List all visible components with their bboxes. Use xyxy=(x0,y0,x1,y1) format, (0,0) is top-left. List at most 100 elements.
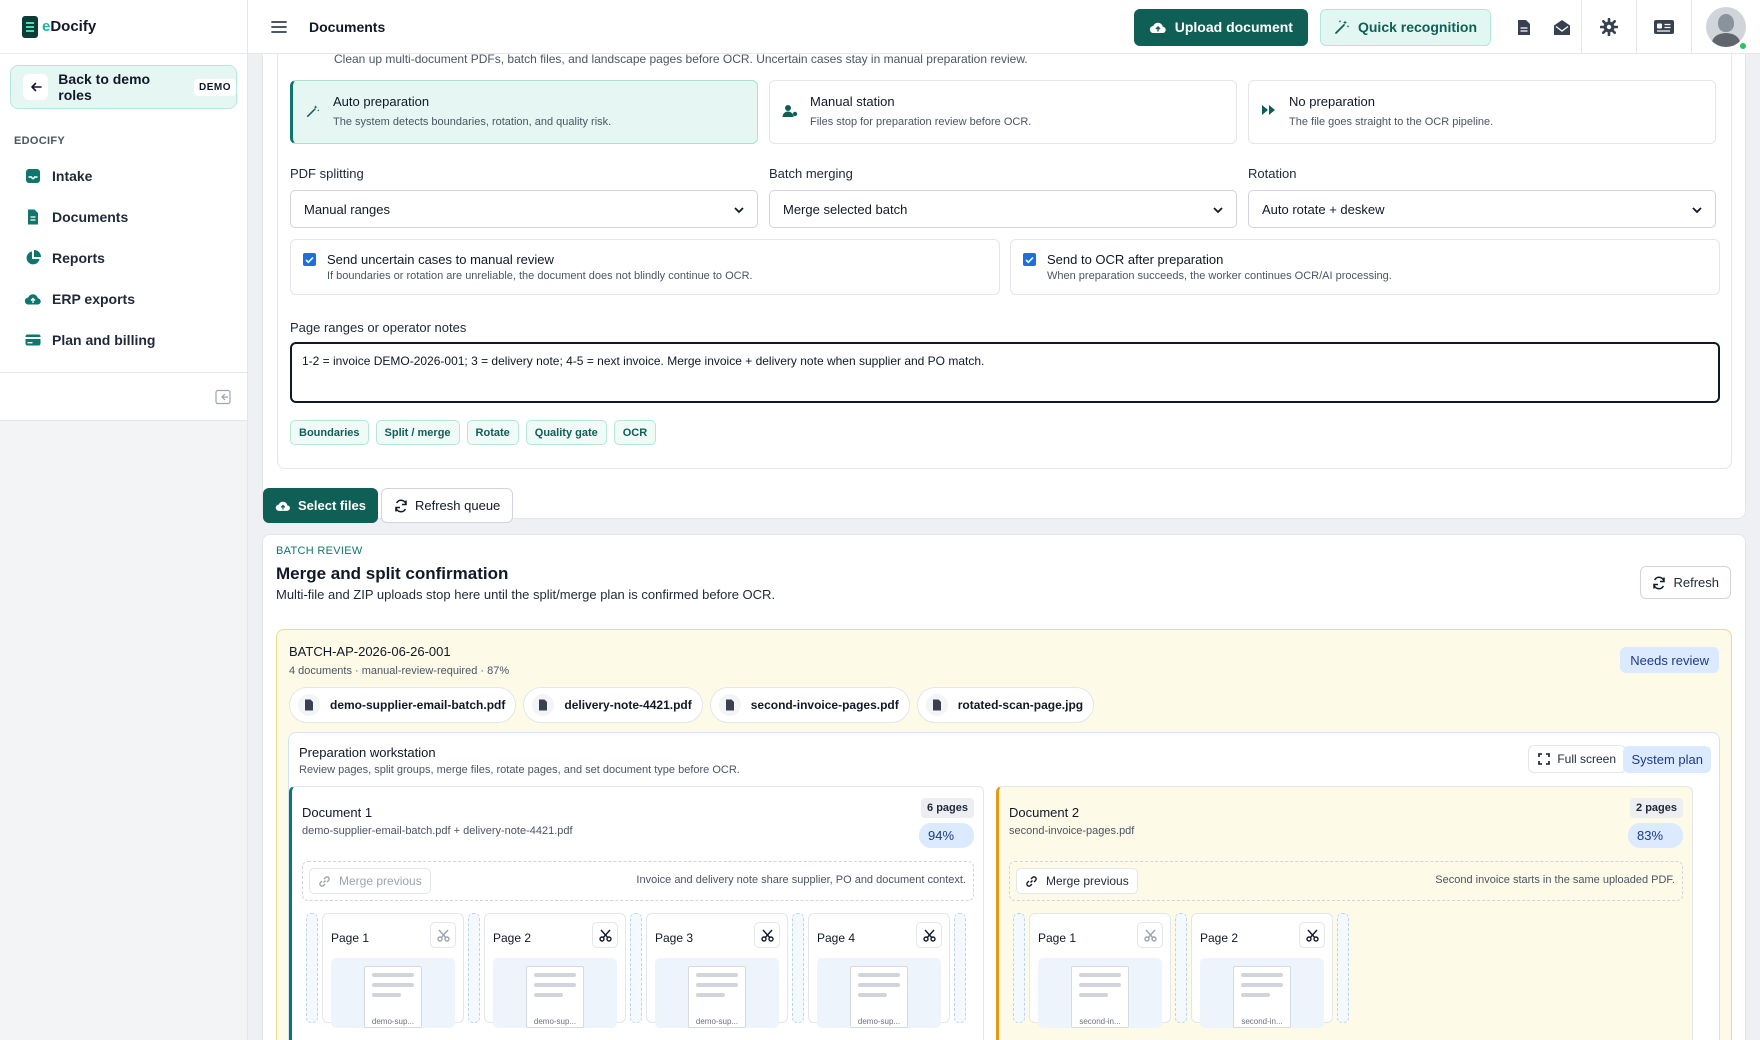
split-point[interactable] xyxy=(792,913,804,1023)
confidence-badge: 83% xyxy=(1628,823,1683,848)
page-card[interactable]: Page 2 demo-sup... xyxy=(484,913,626,1028)
chevron-down-icon xyxy=(1692,207,1702,214)
merge-note: Invoice and delivery note share supplier… xyxy=(636,874,966,886)
file-chip[interactable]: demo-supplier-email-batch.pdf xyxy=(289,687,517,723)
pie-chart-icon xyxy=(26,249,41,264)
workstation-description: Review pages, split groups, merge files,… xyxy=(299,764,740,776)
merge-previous-button[interactable]: Merge previous xyxy=(309,868,431,894)
manual-review-checkbox[interactable] xyxy=(303,253,316,266)
batch-merging-label: Batch merging xyxy=(769,166,853,181)
page-thumbnail: second-in... xyxy=(1200,958,1324,1028)
mode-manual-station[interactable]: Manual station Files stop for preparatio… xyxy=(769,80,1237,144)
arrow-left-icon xyxy=(23,74,49,100)
split-point[interactable] xyxy=(1013,913,1025,1023)
logo-icon xyxy=(22,15,38,38)
file-chip[interactable]: delivery-note-4421.pdf xyxy=(523,687,703,723)
batch-review-card: BATCH REVIEW Merge and split confirmatio… xyxy=(262,534,1746,1040)
page-card[interactable]: Page 1 demo-sup... xyxy=(322,913,464,1028)
preparation-settings-card: Clean up multi-document PDFs, batch file… xyxy=(262,54,1746,523)
mode-auto-preparation[interactable]: Auto preparation The system detects boun… xyxy=(290,80,758,144)
sidebar-divider xyxy=(0,372,247,373)
file-chip[interactable]: second-invoice-pages.pdf xyxy=(709,687,910,723)
upload-document-button[interactable]: Upload document xyxy=(1133,8,1308,46)
pdf-file-icon xyxy=(532,694,555,716)
notes-textarea[interactable]: 1-2 = invoice DEMO-2026-001; 3 = deliver… xyxy=(290,342,1720,403)
brand-logo[interactable]: eDocify xyxy=(0,0,247,54)
batch-meta: 4 documents · manual-review-required · 8… xyxy=(289,665,510,677)
split-scissors-icon[interactable] xyxy=(916,922,942,948)
pdf-file-icon xyxy=(718,694,741,716)
sidebar-item-erp-exports[interactable]: ERP exports xyxy=(14,278,234,319)
sidebar-item-documents[interactable]: Documents xyxy=(14,196,234,237)
page-thumbnail: demo-sup... xyxy=(655,958,779,1028)
page-card[interactable]: Page 3 demo-sup... xyxy=(646,913,788,1028)
page-thumbnail: demo-sup... xyxy=(331,958,455,1028)
merge-zone: Merge previous Second invoice starts in … xyxy=(1009,861,1683,901)
sidebar-item-reports[interactable]: Reports xyxy=(14,237,234,278)
refresh-queue-button[interactable]: Refresh queue xyxy=(381,488,514,523)
rotation-select[interactable]: Auto rotate + deskew xyxy=(1248,190,1716,228)
back-to-demo-roles-button[interactable]: Back to demo roles DEMO xyxy=(10,65,237,109)
sidebar-item-intake[interactable]: Intake xyxy=(14,155,234,196)
rotation-label: Rotation xyxy=(1248,166,1297,181)
brand-name: eDocify xyxy=(42,18,97,35)
page-card[interactable]: Page 2 second-in... xyxy=(1191,913,1333,1028)
select-files-button[interactable]: Select files xyxy=(263,488,378,523)
split-point[interactable] xyxy=(1337,913,1349,1023)
menu-icon[interactable] xyxy=(271,20,287,34)
split-scissors-icon[interactable] xyxy=(1299,922,1325,948)
id-card-icon[interactable] xyxy=(1637,0,1691,54)
gear-icon[interactable] xyxy=(1582,0,1636,54)
pdf-file-icon xyxy=(298,694,320,716)
mode-no-preparation[interactable]: No preparation The file goes straight to… xyxy=(1248,80,1716,144)
cloud-upload-icon xyxy=(275,501,290,511)
magic-wand-icon xyxy=(306,105,320,118)
online-status-dot xyxy=(1738,41,1748,51)
page-card[interactable]: Page 4 demo-sup... xyxy=(808,913,950,1028)
document-title: Document 1 xyxy=(302,805,373,820)
header-actions: Upload document Quick recognition xyxy=(1133,0,1760,54)
pdf-splitting-select[interactable]: Manual ranges xyxy=(290,190,758,228)
split-point[interactable] xyxy=(954,913,966,1023)
batch-panel: BATCH-AP-2026-06-26-001 4 documents · ma… xyxy=(276,629,1732,1040)
page-thumbnail: demo-sup... xyxy=(493,958,617,1028)
preparation-settings-panel: Clean up multi-document PDFs, batch file… xyxy=(277,54,1732,469)
credit-card-icon xyxy=(25,334,41,345)
split-scissors-icon[interactable] xyxy=(430,922,456,948)
send-to-ocr-option: Send to OCR after preparation When prepa… xyxy=(1010,239,1720,295)
page-title: Documents xyxy=(309,18,386,35)
main-content: Clean up multi-document PDFs, batch file… xyxy=(248,54,1760,1040)
expand-icon xyxy=(1538,753,1551,765)
document-source: demo-supplier-email-batch.pdf + delivery… xyxy=(302,825,573,837)
chip-split-merge: Split / merge xyxy=(375,420,460,445)
quick-recognition-button[interactable]: Quick recognition xyxy=(1319,8,1491,46)
refresh-button[interactable]: Refresh xyxy=(1640,566,1731,599)
page-row: Page 1 second-in... Page 2 second-in... xyxy=(1009,913,1353,1028)
split-scissors-icon[interactable] xyxy=(592,922,618,948)
page-card[interactable]: Page 1 second-in... xyxy=(1029,913,1171,1028)
split-scissors-icon[interactable] xyxy=(1137,922,1163,948)
batch-id: BATCH-AP-2026-06-26-001 xyxy=(289,644,451,659)
refresh-icon xyxy=(1653,576,1666,589)
file-chip[interactable]: rotated-scan-page.jpg xyxy=(916,687,1095,723)
user-menu[interactable] xyxy=(1692,7,1760,51)
split-scissors-icon[interactable] xyxy=(754,922,780,948)
mail-open-icon[interactable] xyxy=(1543,0,1581,54)
batch-merging-select[interactable]: Merge selected batch xyxy=(769,190,1237,228)
fast-forward-icon xyxy=(1262,105,1275,115)
send-to-ocr-checkbox[interactable] xyxy=(1023,253,1036,266)
full-screen-button[interactable]: Full screen xyxy=(1528,745,1626,773)
split-point[interactable] xyxy=(306,913,318,1023)
merge-previous-button[interactable]: Merge previous xyxy=(1016,868,1138,894)
collapse-sidebar-icon[interactable] xyxy=(215,389,231,405)
split-point[interactable] xyxy=(1175,913,1187,1023)
documents-icon[interactable] xyxy=(1505,0,1543,54)
split-point[interactable] xyxy=(630,913,642,1023)
system-plan-badge: System plan xyxy=(1623,746,1711,773)
split-point[interactable] xyxy=(468,913,480,1023)
sidebar-item-plan-and-billing[interactable]: Plan and billing xyxy=(14,319,234,360)
batch-review-title: Merge and split confirmation xyxy=(276,564,509,583)
user-gear-icon xyxy=(782,105,798,117)
link-icon xyxy=(319,875,330,887)
refresh-icon xyxy=(395,499,407,512)
